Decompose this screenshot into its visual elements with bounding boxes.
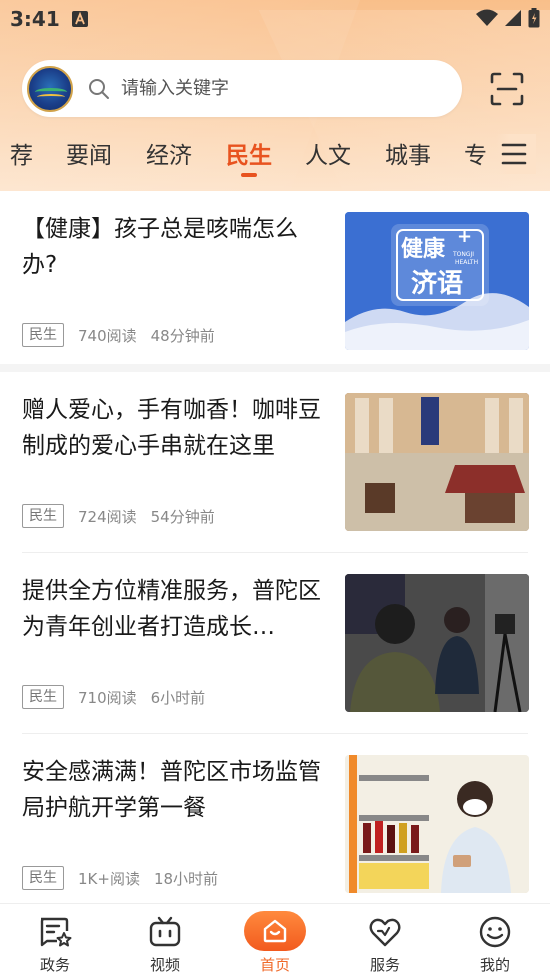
battery-icon [528,8,540,28]
tab-livelihood[interactable]: 民生 [226,136,272,170]
search-row [0,60,550,118]
inspection-photo-image [345,755,529,893]
news-feed: 【健康】孩子总是咳喘怎么办? 民生 740阅读 48分钟前 健康 + TONGJ… [0,191,550,903]
publish-time: 6小时前 [150,688,206,707]
tab-economy[interactable]: 经济 [146,136,192,170]
status-bar: 3:41 [0,0,550,40]
news-thumbnail[interactable] [345,393,529,531]
news-meta: 民生 740阅读 48分钟前 [22,323,215,347]
nav-gov-affairs[interactable]: 政务 [0,904,110,979]
news-item[interactable]: 赠人爱心，手有咖香！咖啡豆制成的爱心手串就在这里 民生 724阅读 54分钟前 [0,372,550,553]
category-tabs: 荐 要闻 经济 民生 人文 城事 专 [0,130,550,180]
read-count: 710阅读 [78,688,137,707]
news-title[interactable]: 赠人爱心，手有咖香！咖啡豆制成的爱心手串就在这里 [22,392,327,464]
read-count: 1K+阅读 [78,869,140,888]
svg-text:HEALTH: HEALTH [455,259,478,266]
bottom-nav: 政务 视频 首页 服务 我的 [0,903,550,979]
health-banner-image: 健康 + TONGJI HEALTH 济语 [345,212,529,350]
status-icons [476,8,540,28]
news-item[interactable]: 【健康】孩子总是咳喘怎么办? 民生 740阅读 48分钟前 健康 + TONGJ… [0,191,550,372]
search-icon [89,78,109,99]
category-badge: 民生 [22,323,64,347]
nav-label: 视频 [149,956,180,974]
news-title[interactable]: 安全感满满！普陀区市场监管局护航开学第一餐 [22,754,327,826]
svg-text:济语: 济语 [411,269,463,299]
scan-icon[interactable] [488,70,526,108]
tab-recommend[interactable]: 荐 [10,136,33,170]
tab-headlines[interactable]: 要闻 [66,136,112,170]
interview-photo-image [345,574,529,712]
tab-special[interactable]: 专 [464,136,487,170]
wifi-icon [476,9,498,26]
app-logo-icon[interactable] [27,65,73,112]
news-meta: 民生 724阅读 54分钟前 [22,504,215,528]
news-thumbnail[interactable]: 健康 + TONGJI HEALTH 济语 [345,212,529,350]
nav-service[interactable]: 服务 [330,904,440,979]
nav-label: 我的 [479,956,510,974]
svg-text:+: + [457,226,472,247]
news-meta: 民生 710阅读 6小时前 [22,685,205,709]
svg-text:TONGJI: TONGJI [452,251,474,258]
nav-profile[interactable]: 我的 [440,904,550,979]
status-time: 3:41 [10,7,60,31]
signal-icon [505,10,521,26]
smiley-profile-icon [479,916,511,948]
tab-culture[interactable]: 人文 [305,136,351,170]
news-thumbnail[interactable] [345,574,529,712]
nav-video[interactable]: 视频 [110,904,220,979]
read-count: 724阅读 [78,507,137,526]
news-item[interactable]: 提供全方位精准服务，普陀区为青年创业者打造成长… 民生 710阅读 6小时前 [0,553,550,734]
category-badge: 民生 [22,504,64,528]
news-meta: 民生 1K+阅读 18小时前 [22,866,218,890]
tab-menu-button[interactable] [496,134,536,174]
svg-text:健康: 健康 [401,236,446,262]
read-count: 740阅读 [78,326,137,345]
heart-service-icon [369,918,401,947]
category-badge: 民生 [22,866,64,890]
video-tv-icon [149,916,181,947]
publish-time: 54分钟前 [150,507,215,526]
publish-time: 18小时前 [153,869,219,888]
gov-affairs-icon [40,917,72,947]
news-title[interactable]: 【健康】孩子总是咳喘怎么办? [22,211,327,283]
news-thumbnail[interactable] [345,755,529,893]
tab-city[interactable]: 城事 [385,136,431,170]
notification-app-icon [72,11,88,27]
menu-icon [501,143,527,165]
nav-label: 首页 [259,956,290,974]
news-title[interactable]: 提供全方位精准服务，普陀区为青年创业者打造成长… [22,573,327,645]
divider [0,364,550,372]
news-item[interactable]: 安全感满满！普陀区市场监管局护航开学第一餐 民生 1K+阅读 18小时前 [0,734,550,903]
nav-label: 政务 [39,956,70,974]
home-active-bubble[interactable] [244,911,306,951]
home-icon [263,919,287,943]
publish-time: 48分钟前 [150,326,215,345]
mall-photo-image [345,393,529,531]
search-bar[interactable] [22,60,462,117]
tab-active-indicator [241,173,257,177]
nav-label: 服务 [369,956,400,974]
search-input[interactable] [121,78,421,99]
category-badge: 民生 [22,685,64,709]
